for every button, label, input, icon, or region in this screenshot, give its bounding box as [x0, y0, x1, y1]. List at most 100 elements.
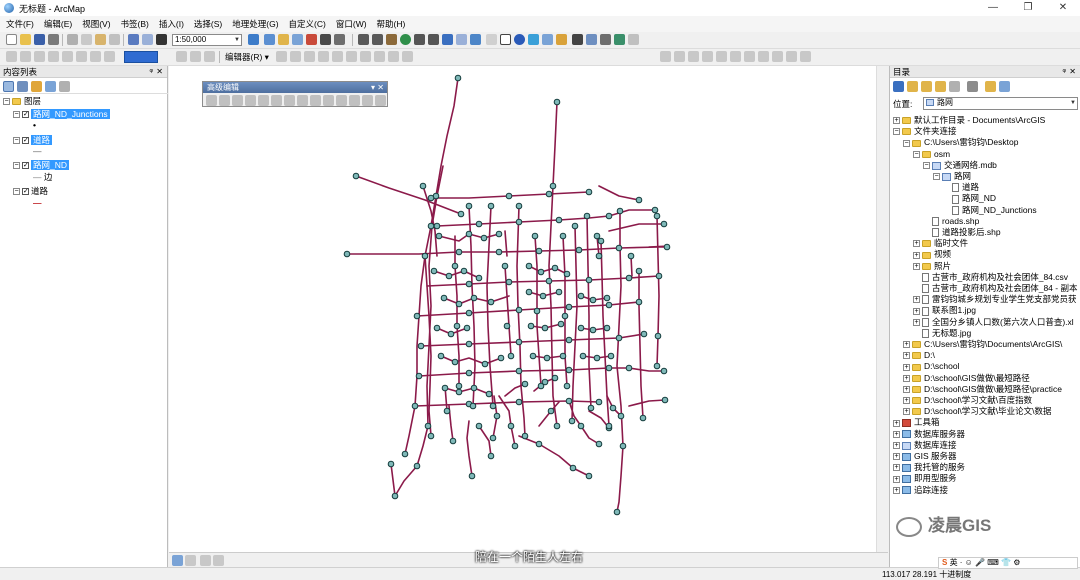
- split-icon[interactable]: [346, 51, 357, 62]
- open-folder-icon[interactable]: [20, 34, 31, 45]
- catalog-item[interactable]: + 照片: [913, 261, 951, 272]
- catalog-item[interactable]: 无标题.jpg: [913, 328, 971, 339]
- advanced-editing-toolbar[interactable]: 高级编辑 ▾ ✕: [202, 81, 388, 107]
- georef-tool-2-icon[interactable]: [674, 51, 685, 62]
- menu-customize[interactable]: 自定义(C): [283, 18, 330, 30]
- layout-tool-8-icon[interactable]: [104, 51, 115, 62]
- expand-icon[interactable]: +: [893, 464, 900, 472]
- refresh-icon[interactable]: [200, 555, 211, 566]
- georef-tool-10-icon[interactable]: [786, 51, 797, 62]
- close-icon[interactable]: ✕: [156, 66, 163, 78]
- list-by-source-icon[interactable]: [17, 81, 28, 92]
- rotate-tool-icon[interactable]: [362, 95, 373, 106]
- catalog-item[interactable]: + GIS 服务器: [893, 451, 957, 462]
- html-popup-icon[interactable]: [542, 34, 553, 45]
- menu-insert[interactable]: 插入(I): [153, 18, 188, 30]
- scale-combo[interactable]: 1:50,000 ▼: [172, 34, 242, 46]
- catalog-item[interactable]: + 默认工作目录 - Documents\ArcGIS: [893, 115, 1045, 126]
- layer-visibility-checkbox[interactable]: [22, 109, 29, 120]
- catalog-item[interactable]: 古营市_政府机构及社会团体_84.csv: [913, 272, 1068, 283]
- color-combo[interactable]: [124, 51, 158, 63]
- measure-icon[interactable]: [556, 34, 567, 45]
- menu-selection[interactable]: 选择(S): [188, 18, 226, 30]
- expand-icon[interactable]: +: [913, 296, 920, 304]
- select-features-icon[interactable]: [470, 34, 481, 45]
- toc-layer-roads[interactable]: − 道路: [13, 135, 53, 146]
- sync-icon[interactable]: [999, 81, 1010, 92]
- georef-tool-11-icon[interactable]: [800, 51, 811, 62]
- list-by-visibility-icon[interactable]: [31, 81, 42, 92]
- collapse-icon[interactable]: −: [3, 98, 10, 106]
- pan-icon[interactable]: [386, 34, 397, 45]
- split-polygons-icon[interactable]: [336, 95, 347, 106]
- map-view[interactable]: [169, 66, 888, 552]
- print-icon[interactable]: [48, 34, 59, 45]
- expand-icon[interactable]: +: [903, 397, 910, 405]
- close-icon[interactable]: ✕: [377, 82, 384, 93]
- catalog-window-icon[interactable]: [278, 34, 289, 45]
- list-by-drawing-order-icon[interactable]: [3, 81, 14, 92]
- attributes-icon[interactable]: [374, 51, 385, 62]
- catalog-item[interactable]: + D:\school: [903, 361, 959, 372]
- collapse-icon[interactable]: −: [13, 111, 20, 119]
- pin-icon[interactable]: ᵠ: [149, 66, 153, 78]
- redo-icon[interactable]: [142, 34, 153, 45]
- trim-icon[interactable]: [245, 95, 256, 106]
- menu-windows[interactable]: 窗口(W): [330, 18, 371, 30]
- rotate-icon[interactable]: [360, 51, 371, 62]
- draw-tool-2-icon[interactable]: [190, 51, 201, 62]
- catalog-item[interactable]: 路网_ND_Junctions: [943, 205, 1037, 216]
- catalog-item[interactable]: + 数据库连接: [893, 440, 957, 451]
- catalog-item[interactable]: + D:\school\学习文献\百度指数: [903, 395, 1032, 406]
- layout-tool-3-icon[interactable]: [34, 51, 45, 62]
- time-slider-icon[interactable]: [614, 34, 625, 45]
- layout-tool-7-icon[interactable]: [90, 51, 101, 62]
- expand-icon[interactable]: +: [903, 374, 910, 382]
- expand-icon[interactable]: +: [893, 475, 900, 483]
- collapse-icon[interactable]: −: [13, 162, 20, 170]
- catalog-item[interactable]: roads.shp: [923, 216, 979, 227]
- expand-icon[interactable]: +: [893, 117, 900, 125]
- layer-visibility-checkbox[interactable]: [22, 160, 29, 171]
- model-builder-icon[interactable]: [334, 34, 345, 45]
- georef-tool-7-icon[interactable]: [744, 51, 755, 62]
- catalog-item[interactable]: 古营市_政府机构及社会团体_84 - 副本: [913, 283, 1077, 294]
- location-combo[interactable]: 路网 ▼: [923, 97, 1078, 110]
- menu-view[interactable]: 视图(V): [76, 18, 114, 30]
- copy-features-icon[interactable]: [206, 95, 217, 106]
- expand-icon[interactable]: +: [893, 430, 900, 438]
- layout-view-icon[interactable]: [185, 555, 196, 566]
- editor-menu-button[interactable]: 编辑器(R) ▾: [225, 51, 269, 63]
- menu-edit[interactable]: 编辑(E): [38, 18, 76, 30]
- map-vertical-scrollbar[interactable]: [876, 66, 888, 552]
- expand-icon[interactable]: +: [903, 341, 910, 349]
- catalog-item[interactable]: − 文件夹连接: [893, 126, 957, 137]
- toc-layer-roads-2[interactable]: − 道路: [13, 186, 48, 197]
- arctoolbox-icon[interactable]: [306, 34, 317, 45]
- toc-options-icon[interactable]: [59, 81, 70, 92]
- expand-icon[interactable]: +: [903, 352, 910, 360]
- create-features-icon[interactable]: [402, 51, 413, 62]
- line-intersection-icon[interactable]: [258, 95, 269, 106]
- catalog-item[interactable]: + D:\school\学习文献\毕业论文\数据: [903, 406, 1052, 417]
- catalog-item[interactable]: + 即用型服务: [893, 473, 957, 484]
- search-window-icon[interactable]: [292, 34, 303, 45]
- georef-tool-icon[interactable]: [660, 51, 671, 62]
- catalog-item[interactable]: 道路: [943, 182, 979, 193]
- delete-icon[interactable]: [109, 34, 120, 45]
- georef-tool-4-icon[interactable]: [702, 51, 713, 62]
- home-icon[interactable]: [921, 81, 932, 92]
- fixed-zoom-in-icon[interactable]: [414, 34, 425, 45]
- menu-help[interactable]: 帮助(H): [371, 18, 410, 30]
- toc-layer-network[interactable]: − 路网_ND: [13, 160, 70, 171]
- go-to-xy-icon[interactable]: [600, 34, 611, 45]
- advanced-editing-title-bar[interactable]: 高级编辑 ▾ ✕: [203, 82, 387, 93]
- layout-tool-2-icon[interactable]: [20, 51, 31, 62]
- toc-layer-label[interactable]: 道路: [31, 186, 48, 196]
- minimize-button[interactable]: —: [976, 0, 1010, 16]
- back-icon[interactable]: [893, 81, 904, 92]
- select-elements-icon[interactable]: [500, 34, 511, 45]
- fillet-icon[interactable]: [219, 95, 230, 106]
- zoom-out-icon[interactable]: [372, 34, 383, 45]
- close-window-button[interactable]: ✕: [1046, 0, 1080, 16]
